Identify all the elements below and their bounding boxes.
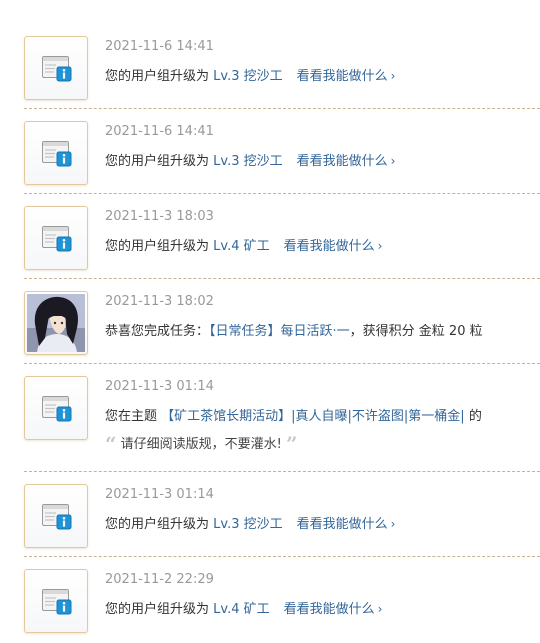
what-can-i-do-link[interactable]: 看看我能做什么 (297, 517, 388, 532)
separator (24, 278, 540, 279)
what-can-i-do-link[interactable]: 看看我能做什么 (297, 154, 388, 169)
what-can-i-do-link[interactable]: 看看我能做什么 (284, 602, 375, 617)
notification-item: 2021-11-6 14:41 您的用户组升级为 Lv.3 挖沙工 看看我能做什么… (24, 111, 540, 195)
notification-time: 2021-11-2 22:29 (105, 572, 214, 587)
notification-item: 2021-11-3 01:14 您的用户组升级为 Lv.3 挖沙工 看看我能做什么… (24, 474, 540, 558)
separator (24, 193, 540, 194)
notification-item: 2021-11-3 18:02 恭喜您完成任务：【日常任务】每日活跃·一，获得积… (24, 281, 540, 365)
notification-text: 您的用户组升级为 Lv.3 挖沙工 看看我能做什么 › (105, 513, 395, 532)
system-notice-icon (42, 56, 72, 82)
system-notice-icon (42, 504, 72, 530)
system-notice-icon (42, 141, 72, 167)
topic-link[interactable]: 【矿工茶馆长期活动】|真人自曝|不许盗图|第一桶金| (161, 409, 465, 424)
notification-prefix: 您的用户组升级为 (105, 239, 210, 254)
notification-suffix: 的 (468, 409, 482, 424)
notification-text: 恭喜您完成任务：【日常任务】每日活跃·一，获得积分 金粒 20 粒 (105, 320, 483, 339)
separator (24, 556, 540, 557)
notification-item: 2021-11-3 18:03 您的用户组升级为 Lv.4 矿工 看看我能做什么 › (24, 196, 540, 280)
notification-text: 您的用户组升级为 Lv.4 矿工 看看我能做什么 › (105, 598, 382, 617)
task-link[interactable]: 【日常任务】每日活跃·一 (209, 324, 350, 339)
notification-prefix: 您的用户组升级为 (105, 602, 210, 617)
notification-text: 您在主题 【矿工茶馆长期活动】|真人自曝|不许盗图|第一桶金| 的 (105, 405, 482, 424)
notification-time: 2021-11-6 14:41 (105, 124, 214, 139)
quote-text: 请仔细阅读版规，不要灌水! (120, 437, 282, 452)
what-can-i-do-link[interactable]: 看看我能做什么 (284, 239, 375, 254)
user-group-link[interactable]: Lv.4 矿工 (213, 239, 269, 254)
system-notice-avatar (24, 206, 88, 270)
user-avatar[interactable] (24, 291, 88, 355)
system-notice-avatar (24, 569, 88, 633)
system-notice-avatar (24, 36, 88, 100)
task-reward-text: ，获得积分 金粒 20 粒 (349, 324, 483, 339)
notification-time: 2021-11-3 01:14 (105, 487, 214, 502)
notification-prefix: 您在主题 (105, 409, 158, 424)
notification-prefix: 您的用户组升级为 (105, 517, 210, 532)
system-notice-icon (42, 226, 72, 252)
notification-time: 2021-11-3 18:03 (105, 209, 214, 224)
system-notice-avatar (24, 121, 88, 185)
notification-text: 您的用户组升级为 Lv.4 矿工 看看我能做什么 › (105, 235, 382, 254)
user-avatar-image (27, 294, 85, 352)
system-notice-icon (42, 589, 72, 615)
system-notice-icon (42, 396, 72, 422)
notification-prefix: 您的用户组升级为 (105, 69, 210, 84)
notification-time: 2021-11-3 01:14 (105, 379, 214, 394)
user-group-link[interactable]: Lv.3 挖沙工 (213, 517, 282, 532)
notification-item: 2021-11-2 22:29 您的用户组升级为 Lv.4 矿工 看看我能做什么 › (24, 559, 540, 643)
notification-time: 2021-11-3 18:02 (105, 294, 214, 309)
system-notice-avatar (24, 484, 88, 548)
notification-text: 您的用户组升级为 Lv.3 挖沙工 看看我能做什么 › (105, 65, 395, 84)
chevron-right-icon: › (390, 517, 396, 531)
user-group-link[interactable]: Lv.4 矿工 (213, 602, 269, 617)
separator (24, 108, 540, 109)
chevron-right-icon: › (390, 154, 396, 168)
what-can-i-do-link[interactable]: 看看我能做什么 (297, 69, 388, 84)
notification-prefix: 您的用户组升级为 (105, 154, 210, 169)
separator (24, 363, 540, 364)
notification-time: 2021-11-6 14:41 (105, 39, 214, 54)
notification-item: 2021-11-6 14:41 您的用户组升级为 Lv.3 挖沙工 看看我能做什么… (24, 26, 540, 110)
separator (24, 471, 540, 472)
notification-item: 2021-11-3 01:14 您在主题 【矿工茶馆长期活动】|真人自曝|不许盗… (24, 366, 540, 473)
notification-text: 您的用户组升级为 Lv.3 挖沙工 看看我能做什么 › (105, 150, 395, 169)
quote-open-icon: “ (105, 432, 117, 456)
notification-quote: “ 请仔细阅读版规，不要灌水! ” (105, 432, 298, 456)
chevron-right-icon: › (390, 69, 396, 83)
user-group-link[interactable]: Lv.3 挖沙工 (213, 69, 282, 84)
user-group-link[interactable]: Lv.3 挖沙工 (213, 154, 282, 169)
quote-close-icon: ” (286, 432, 298, 456)
system-notice-avatar (24, 376, 88, 440)
chevron-right-icon: › (377, 602, 383, 616)
chevron-right-icon: › (377, 239, 383, 253)
notification-prefix: 恭喜您完成任务： (105, 324, 210, 339)
